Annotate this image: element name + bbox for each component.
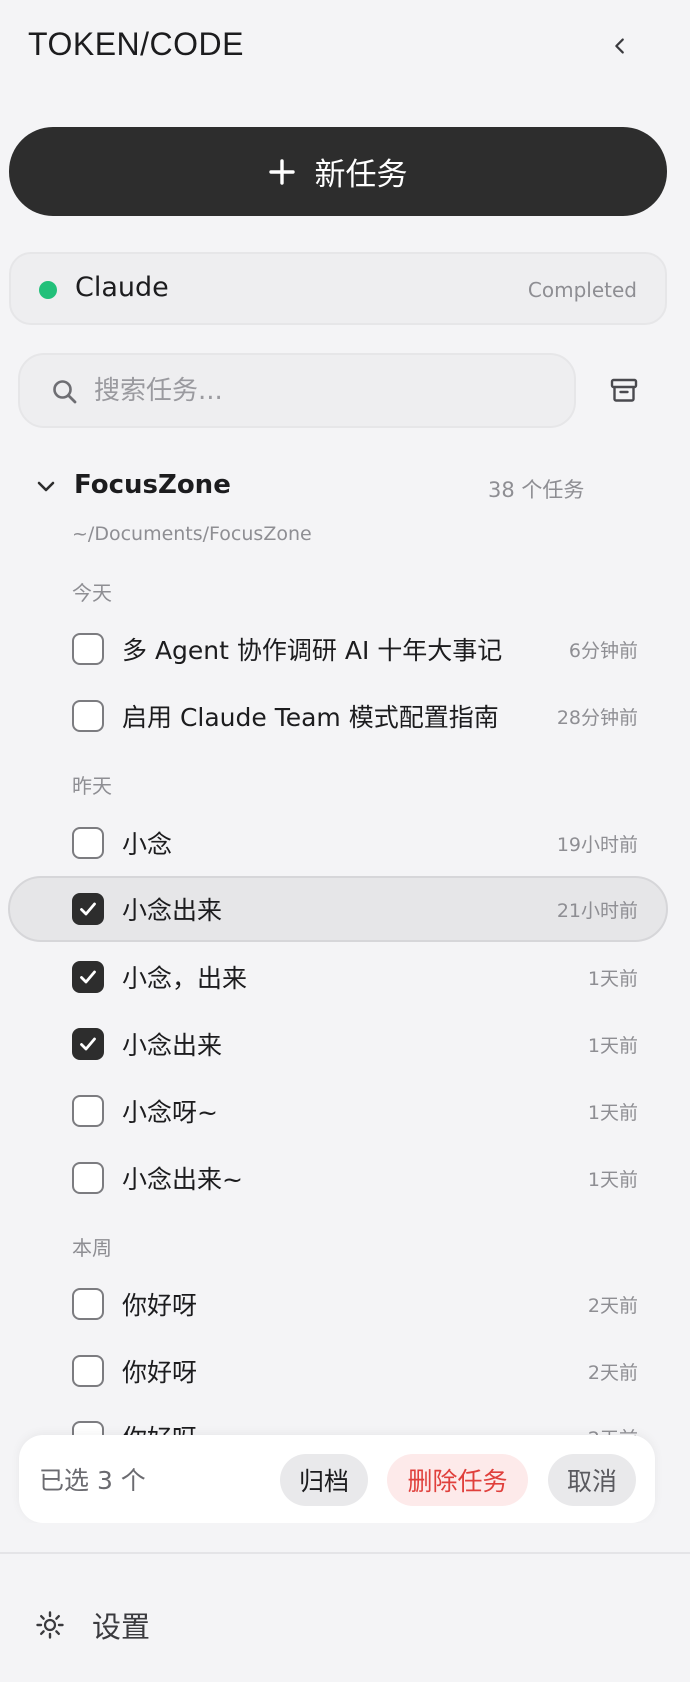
task-checkbox-checked[interactable]: [72, 1028, 104, 1060]
checkmark-icon: [80, 902, 96, 916]
task-row[interactable]: 多 Agent 协作调研 AI 十年大事记 6分钟前: [8, 616, 668, 682]
settings-button[interactable]: 设置: [34, 1600, 150, 1650]
task-title: 小念呀~: [122, 1098, 218, 1127]
new-task-label: 新任务: [314, 157, 408, 193]
task-row[interactable]: 小念，出来 1天前: [8, 944, 668, 1010]
task-title: 你好呀: [122, 1358, 198, 1387]
group-label-yesterday: 昨天: [72, 774, 112, 798]
task-title: 小念出来~: [122, 1165, 243, 1194]
task-row[interactable]: 小念 19小时前: [8, 810, 668, 876]
delete-tasks-button[interactable]: 删除任务: [387, 1454, 528, 1506]
task-checkbox[interactable]: [72, 827, 104, 859]
archive-view-button[interactable]: [604, 370, 644, 410]
task-title: 启用 Claude Team 模式配置指南: [122, 703, 499, 732]
task-row[interactable]: 小念出来~ 1天前: [8, 1145, 668, 1211]
task-time: 1天前: [587, 1169, 638, 1191]
task-checkbox-checked[interactable]: [72, 893, 104, 925]
collapse-sidebar-button[interactable]: [600, 26, 640, 66]
task-row[interactable]: 小念出来 1天前: [8, 1011, 668, 1077]
task-title: 小念，出来: [122, 964, 248, 993]
group-label-this-week: 本周: [72, 1236, 112, 1260]
task-checkbox-checked[interactable]: [72, 961, 104, 993]
project-path: ~/Documents/FocusZone: [72, 523, 312, 545]
task-title: 小念出来: [122, 896, 223, 925]
project-task-count: 38 个任务: [488, 478, 585, 502]
task-row[interactable]: 小念呀~ 1天前: [8, 1078, 668, 1144]
status-dot: [39, 281, 57, 299]
agent-status-card[interactable]: Claude Completed: [9, 252, 667, 325]
list-bottom-cover: [0, 1523, 690, 1553]
checkmark-icon: [80, 1037, 96, 1051]
task-title: 你好呀: [122, 1291, 198, 1320]
checkmark-icon: [80, 970, 96, 984]
task-row-selected[interactable]: 小念出来 21小时前: [8, 876, 668, 942]
task-checkbox[interactable]: [72, 1288, 104, 1320]
task-time: 2天前: [587, 1362, 638, 1384]
task-checkbox[interactable]: [72, 633, 104, 665]
new-task-button[interactable]: 新任务: [9, 127, 667, 216]
sidebar-header: TOKEN/CODE: [0, 0, 690, 90]
search-input[interactable]: [94, 369, 554, 413]
task-checkbox[interactable]: [72, 1355, 104, 1387]
archive-box-icon: [610, 378, 638, 402]
task-title: 小念: [122, 830, 173, 859]
project-header: FocusZone 38 个任务 ~/Documents/FocusZone: [0, 460, 690, 550]
task-checkbox[interactable]: [72, 1095, 104, 1127]
task-time: 1天前: [587, 1102, 638, 1124]
footer-divider: [0, 1552, 690, 1554]
cancel-button[interactable]: 取消: [548, 1454, 636, 1506]
gear-icon: [36, 1611, 64, 1639]
agent-name: Claude: [75, 272, 169, 303]
chevron-down-icon[interactable]: [34, 475, 58, 499]
settings-label: 设置: [92, 1610, 151, 1644]
task-checkbox[interactable]: [72, 700, 104, 732]
group-label-today: 今天: [72, 581, 112, 605]
task-time: 19小时前: [556, 834, 638, 856]
task-time: 1天前: [587, 968, 638, 990]
task-time: 2天前: [587, 1295, 638, 1317]
task-checkbox[interactable]: [72, 1162, 104, 1194]
task-row[interactable]: 你好呀 2天前: [8, 1338, 668, 1404]
task-row[interactable]: 启用 Claude Team 模式配置指南 28分钟前: [8, 683, 668, 749]
agent-status-text: Completed: [527, 278, 637, 302]
chevron-left-icon: [615, 38, 624, 54]
search-icon: [53, 380, 77, 404]
task-time: 28分钟前: [556, 707, 638, 729]
task-row[interactable]: 你好呀 2天前: [8, 1271, 668, 1337]
app-brand: TOKEN/CODE: [28, 26, 244, 62]
task-time: 6分钟前: [568, 640, 638, 662]
project-name[interactable]: FocusZone: [74, 470, 231, 500]
task-time: 1天前: [587, 1035, 638, 1057]
task-title: 小念出来: [122, 1031, 223, 1060]
task-title: 多 Agent 协作调研 AI 十年大事记: [122, 636, 503, 665]
task-time: 21小时前: [556, 900, 638, 922]
plus-icon: [268, 158, 295, 185]
search-box[interactable]: [18, 353, 576, 428]
archive-button[interactable]: 归档: [280, 1454, 368, 1506]
bulk-action-bar: 已选 3 个 归档 删除任务 取消: [19, 1435, 655, 1523]
selected-count: 已选 3 个: [39, 1466, 146, 1495]
